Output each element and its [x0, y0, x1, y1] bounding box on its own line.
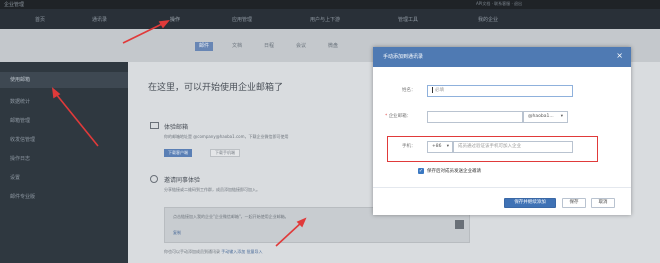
name-label: 姓名： — [402, 88, 416, 93]
chevron-down-icon: ▾ — [560, 114, 563, 119]
name-placeholder: 必填 — [435, 88, 444, 93]
arrow-to-manual-add — [275, 221, 303, 247]
invite-checkbox[interactable]: ✓ — [418, 168, 424, 174]
email-input[interactable] — [427, 111, 523, 123]
country-code-value: +86 — [432, 144, 442, 149]
dialog-header: 手动添加到通讯录 × — [373, 47, 631, 67]
name-input[interactable]: 必填 — [427, 85, 573, 97]
email-label: * 企业邮箱： — [385, 113, 411, 119]
email-label-text: 企业邮箱： — [388, 114, 412, 119]
chevron-down-icon: ▾ — [446, 144, 449, 149]
email-domain-value: @haoba1... — [528, 114, 554, 119]
phone-label: 手机： — [402, 144, 416, 149]
country-code-select[interactable]: +86 ▾ — [427, 141, 453, 153]
dialog-title: 手动添加到通讯录 — [383, 54, 424, 60]
invite-checkbox-label[interactable]: 保存后对成员发送企业邀请 — [427, 168, 481, 174]
close-icon[interactable]: × — [616, 51, 623, 61]
cancel-button[interactable]: 取消 — [591, 198, 615, 208]
dialog-footer-divider — [373, 187, 631, 188]
arrow-to-sidebar — [55, 93, 99, 147]
arrow-head-nav — [158, 19, 170, 29]
phone-input[interactable]: 成员通过验证该手机可加入企业 — [453, 141, 573, 153]
add-member-dialog: 手动添加到通讯录 × 姓名： 必填 * 企业邮箱： @haoba1... ▾ 手… — [373, 47, 631, 215]
text-caret — [432, 86, 433, 93]
email-domain-select[interactable]: @haoba1... ▾ — [523, 111, 568, 123]
save-and-continue-button[interactable]: 保存并继续添加 — [504, 198, 556, 208]
save-button[interactable]: 保存 — [562, 198, 586, 208]
required-mark: * — [385, 114, 388, 119]
arrow-to-nav — [122, 22, 165, 44]
